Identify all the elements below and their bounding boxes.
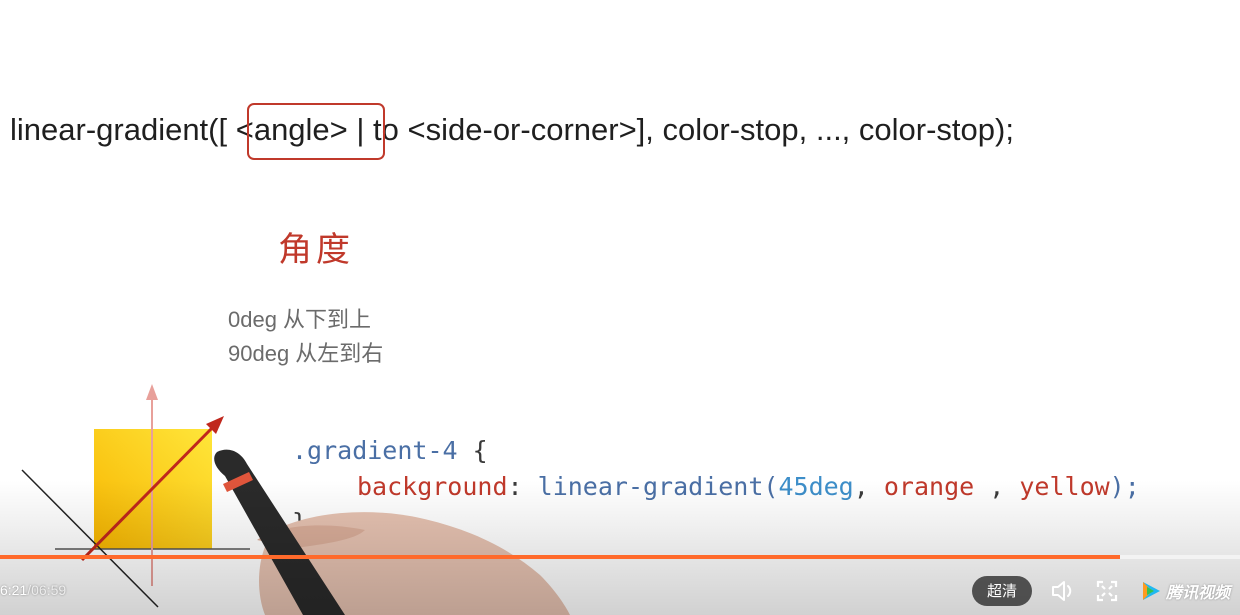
angle-highlight-box [247,103,385,160]
progress-bar[interactable] [0,555,1240,559]
code-comma-2: , [989,472,1005,501]
brand-name: 腾讯视频 [1166,583,1231,602]
angle-annotation: 角度 [278,230,354,270]
current-time: 6:21 [0,582,28,598]
syntax-line: linear-gradient([ <angle> | to <side-or-… [10,112,1014,147]
degree-note-0deg: 0deg 从下到上 [228,307,372,332]
vertical-axis-arrowhead [146,384,158,400]
code-close-paren: ); [1109,472,1140,501]
tencent-video-brand[interactable]: 腾讯视频 [1140,579,1230,603]
time-display: 6:21/06:59 [0,582,66,598]
volume-icon[interactable] [1050,578,1076,604]
video-frame[interactable]: linear-gradient([ <angle> | to <side-or-… [0,0,1240,615]
degree-note-90deg: 90deg 从左到右 [228,341,384,366]
hand-with-pen-image [214,449,570,615]
code-angle-value: 45deg [778,472,854,501]
total-time: 06:59 [31,582,67,598]
code-color-orange: orange [883,472,975,501]
progress-bar-played [0,555,1120,559]
fullscreen-icon[interactable] [1094,578,1120,604]
code-comma-1: , [853,472,869,501]
quality-button[interactable]: 超清 [972,576,1032,606]
tencent-video-logo-icon [1143,582,1160,600]
degree-notes: 0deg 从下到上 90deg 从左到右 [228,303,383,371]
code-color-yellow: yellow [1019,472,1110,501]
